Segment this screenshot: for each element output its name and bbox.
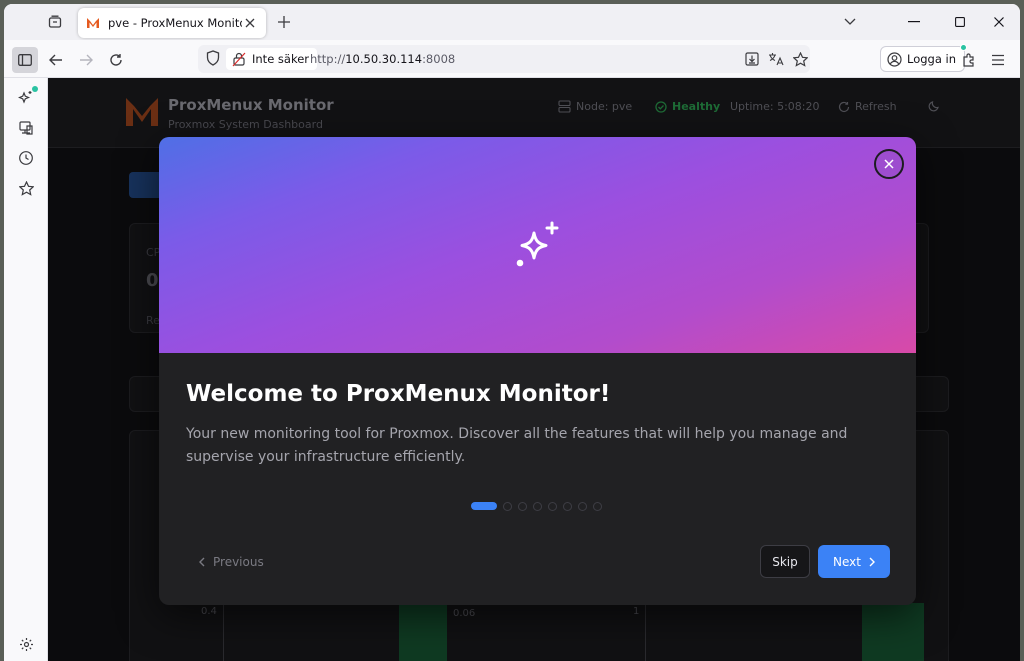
reload-icon[interactable] bbox=[104, 48, 128, 72]
proxmenux-favicon-icon bbox=[87, 18, 99, 28]
next-label: Next bbox=[833, 554, 861, 569]
account-icon bbox=[887, 52, 902, 67]
node-indicator: Node: pve bbox=[558, 100, 632, 113]
cpu-card-value: 0 bbox=[146, 270, 159, 291]
right-chart-area bbox=[645, 601, 924, 661]
url-port: :8008 bbox=[422, 52, 456, 66]
tab-strip: pve - ProxMenux Monitor bbox=[4, 4, 1020, 40]
notification-dot bbox=[32, 86, 38, 92]
url-bar[interactable]: Inte säker http://10.50.30.114:8008 bbox=[198, 45, 810, 73]
step-dot[interactable] bbox=[548, 501, 557, 511]
tab-groups-icon[interactable] bbox=[42, 10, 68, 34]
step-dot[interactable] bbox=[593, 501, 602, 511]
sidebar-toggle-icon[interactable] bbox=[12, 47, 38, 73]
cpu-card-sub: Re bbox=[146, 314, 160, 327]
step-dot[interactable] bbox=[578, 501, 587, 511]
step-dot[interactable] bbox=[563, 501, 572, 511]
tick-label: 0.4 bbox=[201, 606, 217, 617]
previous-label: Previous bbox=[213, 555, 264, 569]
forward-icon[interactable] bbox=[74, 48, 98, 72]
new-tab-icon[interactable] bbox=[274, 12, 294, 32]
refresh-icon bbox=[838, 101, 850, 112]
security-label: Inte säker bbox=[252, 52, 310, 66]
synced-tabs-icon[interactable] bbox=[16, 118, 36, 138]
step-indicator bbox=[471, 501, 602, 511]
app-subtitle: Proxmox System Dashboard bbox=[168, 118, 323, 131]
extensions-icon[interactable] bbox=[956, 48, 980, 72]
minimize-icon[interactable] bbox=[900, 10, 928, 34]
list-all-tabs-icon[interactable] bbox=[840, 12, 860, 32]
node-label: Node: pve bbox=[576, 100, 633, 113]
refresh-label: Refresh bbox=[855, 100, 897, 113]
browser-tab-active[interactable]: pve - ProxMenux Monitor bbox=[78, 8, 266, 38]
history-clock-icon[interactable] bbox=[16, 148, 36, 168]
bookmark-star-icon[interactable] bbox=[791, 50, 809, 68]
server-icon bbox=[558, 100, 571, 113]
modal-description: Your new monitoring tool for Proxmox. Di… bbox=[186, 426, 848, 465]
modal-title: Welcome to ProxMenux Monitor! bbox=[186, 381, 611, 407]
onboarding-modal: Welcome to ProxMenux Monitor! Your new m… bbox=[159, 137, 916, 605]
theme-toggle-moon-icon[interactable] bbox=[928, 100, 940, 112]
ai-chatbot-sparkle-icon[interactable] bbox=[16, 86, 38, 108]
maximize-icon[interactable] bbox=[946, 10, 974, 34]
step-dot[interactable] bbox=[518, 501, 527, 511]
tracking-protection-shield-icon[interactable] bbox=[206, 50, 220, 70]
connection-not-secure-indicator[interactable]: Inte säker bbox=[226, 48, 318, 70]
browser-sidebar bbox=[4, 78, 48, 661]
close-window-icon[interactable] bbox=[985, 10, 1013, 34]
translate-icon[interactable] bbox=[767, 50, 785, 68]
insecure-lock-icon bbox=[232, 52, 246, 67]
save-page-icon[interactable] bbox=[743, 50, 761, 68]
app-title: ProxMenux Monitor bbox=[168, 96, 334, 114]
step-dot[interactable] bbox=[503, 501, 512, 511]
app-menu-icon[interactable] bbox=[986, 48, 1010, 72]
close-icon bbox=[884, 159, 894, 169]
chart-bar bbox=[399, 603, 447, 661]
tick-label: 0.06 bbox=[453, 608, 476, 619]
tick-label: 1 bbox=[633, 606, 640, 617]
bookmarks-star-icon[interactable] bbox=[16, 178, 36, 198]
url-host: 10.50.30.114 bbox=[345, 52, 423, 66]
uptime-label: Uptime: 5:08:20 bbox=[730, 100, 820, 113]
sign-in-button[interactable]: Logga in bbox=[880, 44, 968, 72]
url-scheme: http:// bbox=[310, 52, 346, 66]
step-dot[interactable] bbox=[533, 501, 542, 511]
previous-button[interactable]: Previous bbox=[199, 552, 264, 572]
back-icon[interactable] bbox=[44, 48, 68, 72]
chevron-right-icon bbox=[869, 557, 875, 566]
chart-bar bbox=[862, 603, 924, 661]
modal-hero bbox=[159, 137, 916, 353]
skip-button[interactable]: Skip bbox=[760, 545, 810, 578]
close-modal-button[interactable] bbox=[874, 149, 904, 179]
proxmenux-logo-icon bbox=[126, 98, 158, 126]
url-text[interactable]: http://10.50.30.114:8008 bbox=[310, 52, 455, 66]
close-tab-icon[interactable] bbox=[242, 15, 258, 31]
navigation-toolbar: Inte säker http://10.50.30.114:8008 Logg… bbox=[4, 40, 1020, 78]
check-circle-icon bbox=[655, 100, 667, 113]
health-label: Healthy bbox=[672, 100, 721, 113]
sign-in-label: Logga in bbox=[907, 52, 957, 66]
sparkles-icon bbox=[516, 221, 559, 267]
chevron-left-icon bbox=[199, 557, 205, 567]
step-dot-active[interactable] bbox=[471, 502, 497, 510]
tab-title: pve - ProxMenux Monitor bbox=[108, 16, 242, 30]
browser-window: pve - ProxMenux Monitor Inte säker http:… bbox=[4, 4, 1020, 661]
customize-sidebar-gear-icon[interactable] bbox=[16, 634, 36, 654]
next-button[interactable]: Next bbox=[818, 545, 890, 578]
left-chart-area bbox=[223, 601, 449, 661]
skip-label: Skip bbox=[772, 554, 798, 569]
refresh-button[interactable]: Refresh bbox=[838, 100, 897, 113]
health-badge: Healthy bbox=[655, 100, 720, 113]
web-content: ProxMenux Monitor Proxmox System Dashboa… bbox=[48, 78, 1020, 661]
